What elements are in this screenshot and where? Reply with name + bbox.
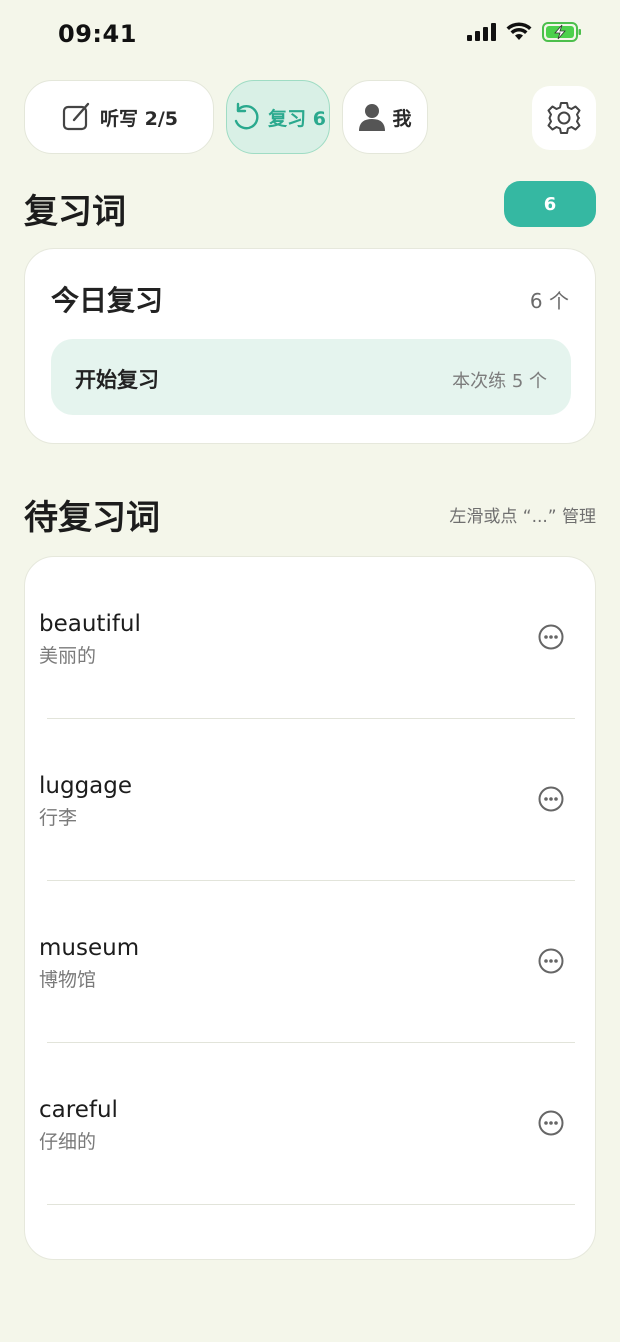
pending-title: 待复习词 — [24, 498, 160, 538]
more-icon[interactable] — [537, 785, 565, 813]
word-chinese: 行李 — [39, 807, 78, 829]
edit-icon — [62, 102, 90, 131]
word-english: beautiful — [39, 611, 141, 637]
start-review-sub: 本次练 5 个 — [452, 371, 547, 392]
word-chinese: 博物馆 — [39, 969, 97, 991]
tab-dictation-label: 听写 2/5 — [100, 107, 178, 130]
word-english: careful — [39, 1097, 118, 1123]
tab-review-label: 复习 6 — [268, 107, 326, 130]
list-item[interactable]: museum 博物馆 — [25, 881, 595, 1043]
more-icon[interactable] — [537, 947, 565, 975]
status-time: 09:41 — [58, 20, 137, 48]
signal-icon — [467, 23, 496, 41]
word-chinese: 美丽的 — [39, 645, 97, 667]
refresh-icon — [234, 102, 259, 130]
word-english: museum — [39, 935, 140, 961]
status-icons — [466, 22, 582, 42]
today-count: 6 个 — [529, 289, 569, 313]
settings-button[interactable] — [532, 86, 596, 150]
wifi-icon — [506, 22, 532, 40]
today-review-card: 今日复习 6 个 开始复习 本次练 5 个 — [24, 248, 596, 444]
app-screen: 09:41 听写 2/5 复习 6 我 复习词 6 今日复习 6 个 开始复习 … — [0, 0, 620, 1342]
list-item[interactable]: beautiful 美丽的 — [25, 557, 595, 719]
tab-dictation[interactable]: 听写 2/5 — [24, 80, 214, 154]
divider — [47, 1203, 575, 1205]
list-item[interactable]: luggage 行李 — [25, 719, 595, 881]
today-title: 今日复习 — [51, 284, 164, 317]
tab-review[interactable]: 复习 6 — [226, 80, 330, 154]
gear-icon — [547, 102, 581, 134]
manage-hint: 左滑或点 “...” 管理 — [449, 507, 596, 527]
more-icon[interactable] — [537, 1109, 565, 1137]
list-item[interactable]: careful 仔细的 — [25, 1043, 595, 1205]
battery-charging-icon — [542, 22, 581, 42]
start-review-label: 开始复习 — [75, 368, 159, 392]
review-count-badge: 6 — [504, 181, 596, 227]
word-list: beautiful 美丽的 luggage 行李 museum 博物馆 care… — [24, 556, 596, 1260]
tab-me[interactable]: 我 — [342, 80, 428, 154]
more-icon[interactable] — [537, 623, 565, 651]
user-icon — [359, 104, 386, 131]
start-review-button[interactable]: 开始复习 本次练 5 个 — [51, 339, 571, 415]
word-chinese: 仔细的 — [39, 1131, 97, 1153]
word-english: luggage — [39, 773, 133, 799]
tab-me-label: 我 — [392, 107, 412, 130]
review-title: 复习词 — [24, 192, 126, 232]
